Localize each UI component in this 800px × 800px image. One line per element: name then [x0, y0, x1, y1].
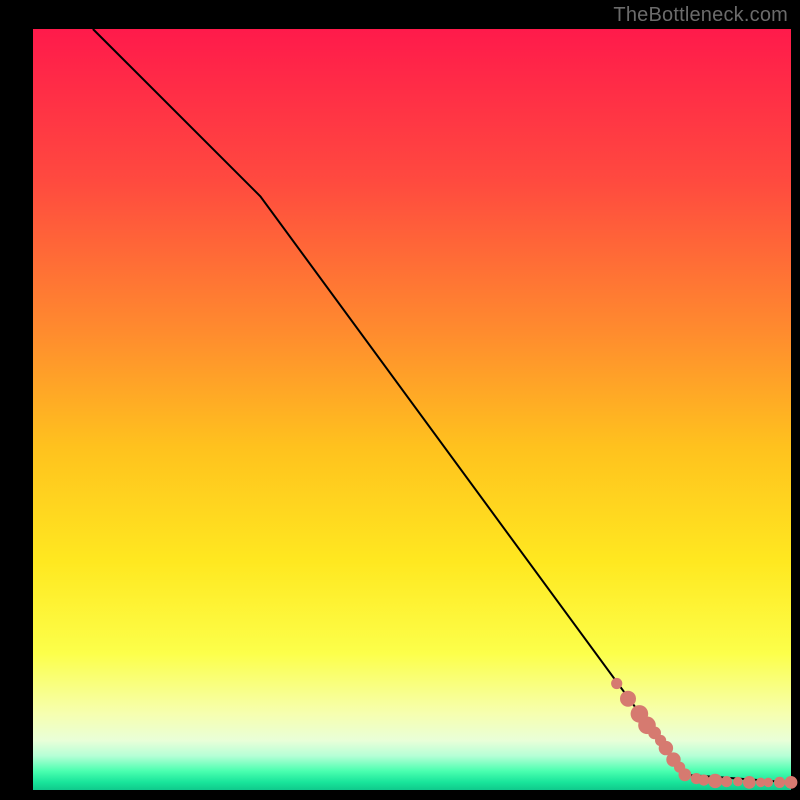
scatter-point — [764, 778, 774, 788]
scatter-point — [733, 777, 743, 787]
scatter-point — [774, 777, 785, 788]
scatter-point — [785, 776, 798, 789]
scatter-point — [611, 678, 622, 689]
scatter-point — [620, 691, 636, 707]
plot-background — [33, 29, 791, 790]
scatter-point — [698, 775, 709, 786]
chart-frame: TheBottleneck.com — [0, 0, 800, 800]
scatter-point — [721, 776, 732, 787]
scatter-point — [743, 776, 756, 789]
scatter-point — [708, 774, 722, 788]
chart-canvas — [0, 0, 800, 800]
scatter-point — [679, 768, 692, 781]
